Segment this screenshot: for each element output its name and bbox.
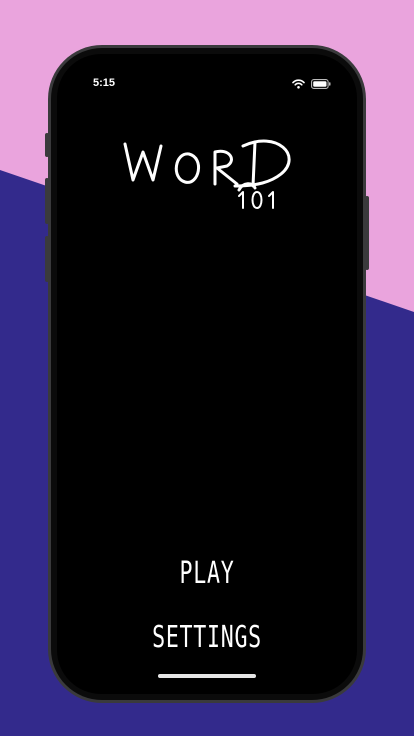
- app-screen: 5:15 PLAY SETTINGS: [57, 54, 357, 694]
- word-101-logo: [123, 139, 291, 209]
- status-icons: [292, 79, 331, 89]
- wifi-icon: [292, 79, 305, 89]
- play-button[interactable]: PLAY: [99, 556, 315, 591]
- battery-icon: [311, 79, 331, 89]
- home-indicator[interactable]: [158, 674, 256, 678]
- status-time: 5:15: [93, 77, 116, 89]
- settings-button[interactable]: SETTINGS: [99, 620, 315, 655]
